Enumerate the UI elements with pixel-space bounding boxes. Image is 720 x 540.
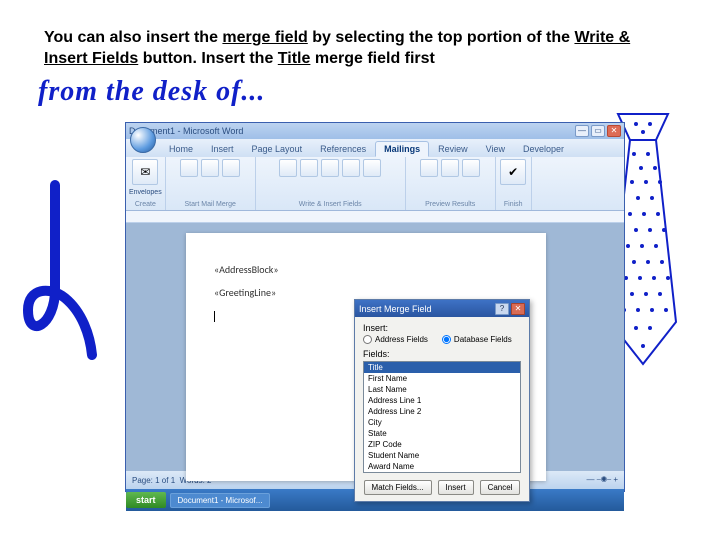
auto-check-errors-button[interactable] (462, 159, 480, 177)
window-controls: — ▭ ✕ (575, 125, 621, 137)
ribbon-tabs: Home Insert Page Layout References Maili… (126, 139, 624, 157)
preview-results-button[interactable] (420, 159, 438, 177)
document-area: «AddressBlock» «GreetingLine» Insert Mer… (126, 223, 624, 471)
field-option[interactable]: Address Line 2 (364, 406, 520, 417)
tab-insert[interactable]: Insert (202, 141, 243, 157)
ribbon-group-finish: ✔ Finish (496, 157, 532, 210)
from-the-desk-of: from the desk of... (38, 76, 265, 108)
insert-button[interactable]: Insert (438, 480, 474, 495)
find-recipient-button[interactable] (441, 159, 459, 177)
address-block-button[interactable] (300, 159, 318, 177)
tab-view[interactable]: View (477, 141, 514, 157)
field-option[interactable]: State (364, 428, 520, 439)
script-loop-decoration (10, 180, 100, 360)
ribbon: ✉ Envelopes Create Start Mail Merge Writ… (126, 157, 624, 211)
envelopes-label: Envelopes (129, 189, 162, 196)
tab-references[interactable]: References (311, 141, 375, 157)
group-label-start: Start Mail Merge (185, 201, 236, 208)
select-recipients-button[interactable] (201, 159, 219, 177)
dialog-title: Insert Merge Field (359, 304, 432, 314)
tab-page-layout[interactable]: Page Layout (243, 141, 312, 157)
field-option[interactable]: Gender (364, 472, 520, 473)
field-option[interactable]: Award Name (364, 461, 520, 472)
finish-merge-button[interactable]: ✔ (500, 159, 526, 185)
field-option[interactable]: City (364, 417, 520, 428)
field-option[interactable]: First Name (364, 373, 520, 384)
caption-underline-1: merge field (222, 29, 307, 46)
rules-button[interactable] (363, 159, 381, 177)
group-label-preview: Preview Results (425, 201, 475, 208)
group-label-finish: Finish (504, 201, 523, 208)
edit-recipient-list-button[interactable] (222, 159, 240, 177)
titlebar: Document1 - Microsoft Word — ▭ ✕ (126, 123, 624, 139)
group-label-create: Create (135, 201, 156, 208)
fields-label: Fields: (363, 349, 521, 359)
close-button[interactable]: ✕ (607, 125, 621, 137)
caption-text-2: by selecting the top portion of the (308, 29, 575, 46)
match-fields-button[interactable]: Match Fields... (364, 480, 432, 495)
field-option-title[interactable]: Title (364, 362, 520, 373)
cancel-button[interactable]: Cancel (480, 480, 521, 495)
maximize-button[interactable]: ▭ (591, 125, 605, 137)
fields-listbox[interactable]: Title First Name Last Name Address Line … (363, 361, 521, 473)
field-option[interactable]: Student Name (364, 450, 520, 461)
insert-merge-field-dialog: Insert Merge Field ? ✕ Insert: Address F… (354, 299, 530, 502)
tab-developer[interactable]: Developer (514, 141, 573, 157)
radio-database-fields[interactable]: Database Fields (442, 335, 512, 344)
dialog-help-button[interactable]: ? (495, 303, 509, 315)
dialog-body: Insert: Address Fields Database Fields F… (355, 317, 529, 501)
page-indicator[interactable]: Page: 1 of 1 (132, 476, 175, 485)
caption-text-4: merge field first (310, 50, 434, 67)
merge-field-greetingline: «GreetingLine» (214, 286, 518, 299)
caption-text-3: button. Insert the (138, 50, 278, 67)
dialog-close-button[interactable]: ✕ (511, 303, 525, 315)
field-option[interactable]: ZIP Code (364, 439, 520, 450)
dialog-titlebar: Insert Merge Field ? ✕ (355, 300, 529, 317)
ribbon-group-write-insert-fields: Write & Insert Fields (256, 157, 406, 210)
word-window: Document1 - Microsoft Word — ▭ ✕ Home In… (125, 122, 625, 492)
field-option[interactable]: Last Name (364, 384, 520, 395)
ribbon-group-preview-results: Preview Results (406, 157, 496, 210)
insert-merge-field-button[interactable] (342, 159, 360, 177)
tab-mailings[interactable]: Mailings (375, 141, 429, 157)
taskbar-app-button[interactable]: Document1 - Microsof... (170, 493, 271, 508)
start-button[interactable]: start (126, 492, 166, 508)
ribbon-group-start-mail-merge: Start Mail Merge (166, 157, 256, 210)
horizontal-ruler[interactable] (126, 211, 624, 223)
caption-text: You can also insert the (44, 29, 222, 46)
group-label-write-insert: Write & Insert Fields (299, 201, 362, 208)
highlight-merge-fields-button[interactable] (279, 159, 297, 177)
text-cursor (214, 311, 215, 322)
start-mail-merge-button[interactable] (180, 159, 198, 177)
merge-field-addressblock: «AddressBlock» (214, 263, 518, 276)
slide-caption: You can also insert the merge field by s… (44, 28, 676, 70)
envelopes-button[interactable]: ✉ (132, 159, 158, 185)
radio-address-fields[interactable]: Address Fields (363, 335, 428, 344)
caption-underline-3: Title (278, 50, 311, 67)
zoom-controls[interactable]: — ⎯◉⎯ + (586, 475, 618, 485)
office-button[interactable] (130, 127, 156, 153)
greeting-line-button[interactable] (321, 159, 339, 177)
tab-home[interactable]: Home (160, 141, 202, 157)
ribbon-group-create: ✉ Envelopes Create (126, 157, 166, 210)
insert-label: Insert: (363, 323, 521, 333)
tab-review[interactable]: Review (429, 141, 477, 157)
minimize-button[interactable]: — (575, 125, 589, 137)
field-option[interactable]: Address Line 1 (364, 395, 520, 406)
